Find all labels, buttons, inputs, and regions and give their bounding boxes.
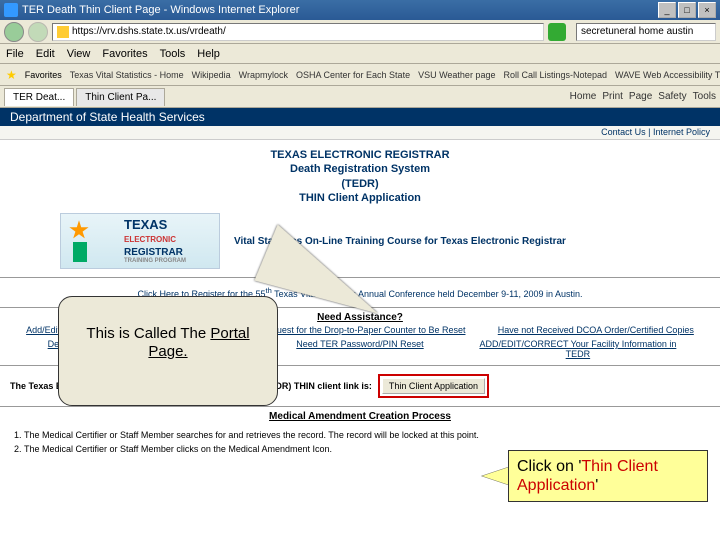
tab-active[interactable]: TER Deat... <box>4 88 74 106</box>
tool-safety[interactable]: Safety <box>658 91 686 102</box>
minimize-button[interactable]: _ <box>658 2 676 18</box>
step-item: The Medical Certifier or Staff Member se… <box>14 430 706 440</box>
fav-item[interactable]: Wikipedia <box>192 70 231 80</box>
menu-tools[interactable]: Tools <box>160 48 186 60</box>
lock-icon <box>57 26 69 38</box>
tool-print[interactable]: Print <box>602 91 623 102</box>
menu-help[interactable]: Help <box>197 48 220 60</box>
callout-portal: This is Called The Portal Page. <box>58 296 278 406</box>
fav-item[interactable]: VSU Weather page <box>418 70 495 80</box>
address-bar[interactable]: https://vrv.dshs.state.tx.us/vrdeath/ <box>52 23 544 41</box>
menu-edit[interactable]: Edit <box>36 48 55 60</box>
thin-client-button[interactable]: Thin Client Application <box>382 378 485 394</box>
fav-item[interactable]: Wrapmylock <box>239 70 288 80</box>
fav-item[interactable]: Texas Vital Statistics - Home <box>70 70 184 80</box>
favorites-bar: ★ Favorites Texas Vital Statistics - Hom… <box>0 64 720 86</box>
menu-file[interactable]: File <box>6 48 24 60</box>
section-header: Medical Amendment Creation Process <box>0 411 720 422</box>
link-dcoa[interactable]: Have not Received DCOA Order/Certified C… <box>498 325 694 335</box>
tool-home[interactable]: Home <box>570 91 597 102</box>
page-title: TEXAS ELECTRONIC REGISTRAR Death Registr… <box>0 148 720 205</box>
person-icon <box>73 242 87 262</box>
page-content: Department of State Health Services Cont… <box>0 108 720 540</box>
favorites-label: Favorites <box>25 70 62 80</box>
tool-page[interactable]: Page <box>629 91 652 102</box>
dept-links[interactable]: Contact Us | Internet Policy <box>0 126 720 140</box>
menu-view[interactable]: View <box>67 48 91 60</box>
tab-bar: TER Deat... Thin Client Pa... Home Print… <box>0 86 720 108</box>
address-toolbar: https://vrv.dshs.state.tx.us/vrdeath/ <box>0 20 720 44</box>
fav-item[interactable]: OSHA Center for Each State <box>296 70 410 80</box>
ie-icon <box>4 3 18 17</box>
tool-tools[interactable]: Tools <box>693 91 716 102</box>
link-pin-reset[interactable]: Need TER Password/PIN Reset <box>296 339 423 359</box>
window-titlebar: TER Death Thin Client Page - Windows Int… <box>0 0 720 20</box>
go-button[interactable] <box>548 23 566 41</box>
ter-logo: TEXAS ELECTRONIC REGISTRAR TRAINING PROG… <box>60 213 220 269</box>
callout-thin-client: Click on 'Thin Client Application' <box>508 450 708 502</box>
link-drop-to-paper[interactable]: Request for the Drop-to-Paper Counter to… <box>260 325 465 335</box>
maximize-button[interactable]: □ <box>678 2 696 18</box>
thin-client-highlight: Thin Client Application <box>378 374 489 398</box>
menu-bar: File Edit View Favorites Tools Help <box>0 44 720 64</box>
fav-item[interactable]: WAVE Web Accessibility T... <box>615 70 720 80</box>
menu-favorites[interactable]: Favorites <box>102 48 147 60</box>
back-button[interactable] <box>4 22 24 42</box>
tab-second[interactable]: Thin Client Pa... <box>76 88 165 106</box>
fav-item[interactable]: Roll Call Listings-Notepad <box>503 70 607 80</box>
window-title: TER Death Thin Client Page - Windows Int… <box>22 4 658 16</box>
favorites-star-icon[interactable]: ★ <box>6 68 17 82</box>
forward-button[interactable] <box>28 22 48 42</box>
dept-header: Department of State Health Services <box>0 108 720 126</box>
link-facility-info[interactable]: ADD/EDIT/CORRECT Your Facility Informati… <box>468 339 688 359</box>
close-button[interactable]: × <box>698 2 716 18</box>
tab-tools: Home Print Page Safety Tools <box>570 91 716 102</box>
star-icon <box>69 220 89 240</box>
search-input[interactable] <box>576 23 716 41</box>
url-text: https://vrv.dshs.state.tx.us/vrdeath/ <box>72 26 226 37</box>
